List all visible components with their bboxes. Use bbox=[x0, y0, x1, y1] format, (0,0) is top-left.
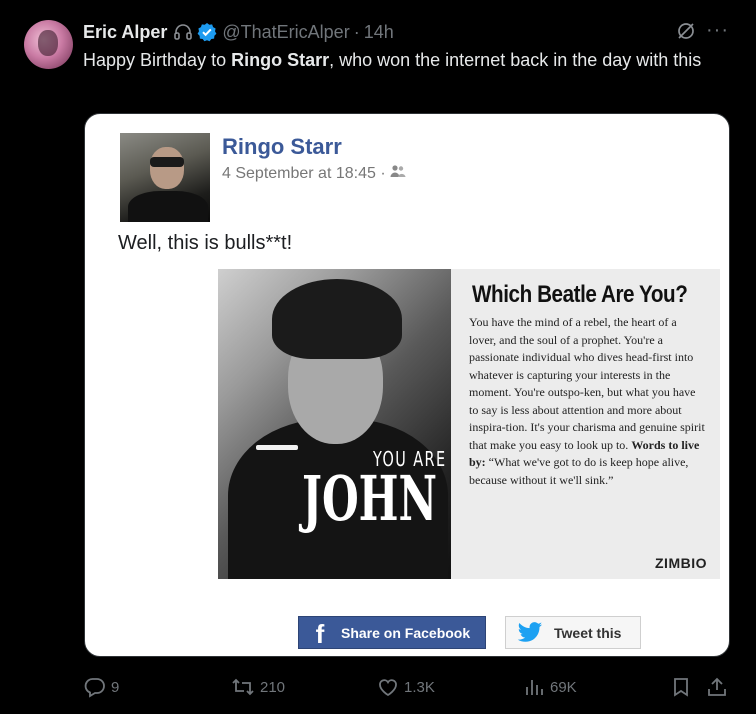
bookmark-button[interactable] bbox=[670, 676, 692, 698]
bookmark-icon bbox=[670, 676, 692, 698]
embedded-post-date: 4 September at 18:45 · bbox=[222, 164, 406, 183]
twitter-bird-icon bbox=[516, 621, 544, 644]
share-on-facebook-button: f Share on Facebook bbox=[298, 616, 486, 649]
grok-icon[interactable] bbox=[676, 21, 696, 46]
embedded-date-text: 4 September at 18:45 · bbox=[222, 164, 386, 182]
author-avatar[interactable] bbox=[24, 20, 73, 69]
like-icon bbox=[377, 676, 399, 698]
share-button[interactable] bbox=[706, 676, 728, 698]
photo-caption-line2: JOHN bbox=[302, 462, 438, 535]
ringo-profile-photo bbox=[120, 133, 210, 222]
embedded-status-text: Well, this is bulls**t! bbox=[118, 232, 293, 254]
views-button[interactable]: 69K bbox=[523, 676, 577, 698]
views-count: 69K bbox=[550, 678, 577, 696]
reply-button[interactable]: 9 bbox=[84, 676, 119, 698]
reply-icon bbox=[84, 676, 106, 698]
tweet-text-mention: Ringo Starr bbox=[231, 50, 330, 70]
author-handle[interactable]: @ThatEricAlper bbox=[222, 22, 349, 43]
tweet-text-pre: Happy Birthday to bbox=[83, 50, 232, 70]
headphones-icon bbox=[173, 22, 193, 42]
facebook-icon: f bbox=[315, 619, 325, 649]
separator-dot: · bbox=[353, 21, 360, 42]
share-icon bbox=[706, 676, 728, 698]
like-button[interactable]: 1.3K bbox=[377, 676, 435, 698]
like-count: 1.3K bbox=[404, 678, 435, 696]
tweet-actions-bar: 9 210 1.3K 69K bbox=[0, 676, 756, 698]
views-icon bbox=[523, 676, 545, 698]
author-name[interactable]: Eric Alper bbox=[83, 22, 167, 43]
share-facebook-label: Share on Facebook bbox=[341, 624, 471, 641]
more-icon[interactable]: ··· bbox=[706, 20, 729, 40]
zimbio-logo: ZIMBIO bbox=[655, 555, 707, 571]
john-lennon-photo: YOU ARE JOHN bbox=[218, 269, 451, 579]
quiz-description: You have the mind of a rebel, the heart … bbox=[469, 314, 705, 489]
tweet-text-post: , who won the internet back in the day w… bbox=[329, 50, 702, 70]
quiz-words-text: “What we've got to do is keep hope alive… bbox=[469, 455, 689, 487]
friends-icon bbox=[390, 164, 406, 183]
repost-icon bbox=[231, 676, 255, 698]
repost-button[interactable]: 210 bbox=[231, 676, 285, 698]
reply-count: 9 bbox=[111, 678, 120, 696]
quiz-body-text: You have the mind of a rebel, the heart … bbox=[469, 315, 705, 452]
quiz-title: Which Beatle Are You? bbox=[472, 281, 688, 308]
quiz-result-card: YOU ARE JOHN Which Beatle Are You? You h… bbox=[218, 269, 720, 579]
embedded-author-name: Ringo Starr bbox=[222, 134, 342, 159]
tweet-this-label: Tweet this bbox=[554, 624, 622, 641]
tweet-text: Happy Birthday to Ringo Starr, who won t… bbox=[83, 48, 733, 73]
repost-count: 210 bbox=[260, 678, 286, 696]
verified-icon bbox=[197, 22, 217, 42]
tweet-header: Eric Alper @ThatEricAlper · 14h bbox=[83, 20, 394, 44]
tweet-this-button: Tweet this bbox=[505, 616, 641, 649]
tweet-time[interactable]: 14h bbox=[364, 22, 394, 43]
tweet-media-image[interactable]: Ringo Starr 4 September at 18:45 · Well,… bbox=[84, 113, 730, 657]
